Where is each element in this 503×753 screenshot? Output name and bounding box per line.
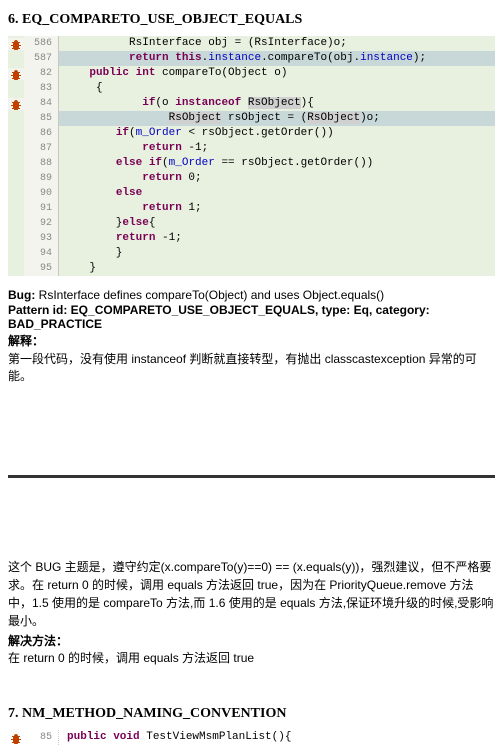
bug-line: Bug: RsInterface defines compareTo(Objec… bbox=[8, 288, 495, 302]
code-text: if(o instanceof RsObject){ bbox=[59, 96, 495, 111]
code-text: return this.instance.compareTo(obj.insta… bbox=[59, 51, 495, 66]
line-number: 91 bbox=[24, 201, 59, 216]
line-number: 90 bbox=[24, 186, 59, 201]
code-line: 87 return -1; bbox=[8, 141, 495, 156]
line-number: 92 bbox=[24, 216, 59, 231]
code-text: } bbox=[59, 246, 495, 261]
code-line: 95 } bbox=[8, 261, 495, 276]
code-line: 88 else if(m_Order == rsObject.getOrder(… bbox=[8, 156, 495, 171]
explain-text: 第一段代码，没有使用 instanceof 判断就直接转型，有抛出 classc… bbox=[8, 350, 495, 384]
code-line: 93 return -1; bbox=[8, 231, 495, 246]
code-line: 90 else bbox=[8, 186, 495, 201]
line-number: 89 bbox=[24, 171, 59, 186]
code-text: return -1; bbox=[59, 231, 495, 246]
line-number: 87 bbox=[24, 141, 59, 156]
pattern-label: Pattern id: bbox=[8, 303, 67, 317]
code-text: RsObject rsObject = (RsObject)o; bbox=[59, 111, 495, 126]
section6-code-block: 586 RsInterface obj = (RsInterface)o;587… bbox=[8, 36, 495, 276]
line-number: 93 bbox=[24, 231, 59, 246]
line-number: 82 bbox=[24, 66, 59, 81]
code-line: 89 return 0; bbox=[8, 171, 495, 186]
line-number: 84 bbox=[24, 96, 59, 111]
bug-label: Bug: bbox=[8, 288, 35, 302]
code-line: 86 if(m_Order < rsObject.getOrder()) bbox=[8, 126, 495, 141]
pattern-line: Pattern id: EQ_COMPARETO_USE_OBJECT_EQUA… bbox=[8, 303, 495, 331]
line-number: 88 bbox=[24, 156, 59, 171]
gutter-bug-cell bbox=[8, 68, 24, 80]
code-line: 83 { bbox=[8, 81, 495, 96]
code-line: 587 return this.instance.compareTo(obj.i… bbox=[8, 51, 495, 66]
section6-heading: 6. EQ_COMPARETO_USE_OBJECT_EQUALS bbox=[8, 12, 495, 28]
section6-body: 这个 BUG 主题是，遵守约定(x.compareTo(y)==0) == (x… bbox=[8, 558, 495, 630]
code-text: else if(m_Order == rsObject.getOrder()) bbox=[59, 156, 495, 171]
line-number: 85 bbox=[24, 111, 59, 126]
code-line: 92 }else{ bbox=[8, 216, 495, 231]
section6-meta: Bug: RsInterface defines compareTo(Objec… bbox=[8, 288, 495, 384]
code-text: return -1; bbox=[59, 141, 495, 156]
code-text: }else{ bbox=[59, 216, 495, 231]
bug-icon bbox=[10, 98, 22, 110]
bug-icon bbox=[10, 68, 22, 80]
code-line: 586 RsInterface obj = (RsInterface)o; bbox=[8, 36, 495, 51]
line-number: 587 bbox=[24, 51, 59, 66]
code-line: 94 } bbox=[8, 246, 495, 261]
code-text: } bbox=[59, 261, 495, 276]
code-text: else bbox=[59, 186, 495, 201]
line-number: 586 bbox=[24, 36, 59, 51]
code-line: 91 return 1; bbox=[8, 201, 495, 216]
line-number: 86 bbox=[24, 126, 59, 141]
code-line: 85 RsObject rsObject = (RsObject)o; bbox=[8, 111, 495, 126]
code-text: return 1; bbox=[59, 201, 495, 216]
line-number: 95 bbox=[24, 261, 59, 276]
code-text: RsInterface obj = (RsInterface)o; bbox=[59, 36, 495, 51]
code-text: { bbox=[59, 81, 495, 96]
pattern-text: EQ_COMPARETO_USE_OBJECT_EQUALS, type: Eq… bbox=[8, 303, 430, 331]
section7-heading: 7. NM_METHOD_NAMING_CONVENTION bbox=[8, 706, 495, 722]
solution-text: 在 return 0 的时候，调用 equals 方法返回 true bbox=[8, 649, 495, 666]
code-line: 84 if(o instanceof RsObject){ bbox=[8, 96, 495, 111]
line-number: 83 bbox=[24, 81, 59, 96]
gutter-bug-cell bbox=[8, 98, 24, 110]
code-text: return 0; bbox=[59, 171, 495, 186]
code-text: if(m_Order < rsObject.getOrder()) bbox=[59, 126, 495, 141]
divider bbox=[8, 475, 495, 478]
code-line: 82 public int compareTo(Object o) bbox=[8, 66, 495, 81]
bug-icon bbox=[10, 38, 22, 50]
bug-text: RsInterface defines compareTo(Object) an… bbox=[35, 288, 384, 302]
gutter-bug-cell bbox=[8, 38, 24, 50]
solution-label: 解决方法： bbox=[8, 632, 495, 649]
line-number: 94 bbox=[24, 246, 59, 261]
explain-label: 解释： bbox=[8, 332, 495, 349]
code-text: public int compareTo(Object o) bbox=[59, 66, 495, 81]
